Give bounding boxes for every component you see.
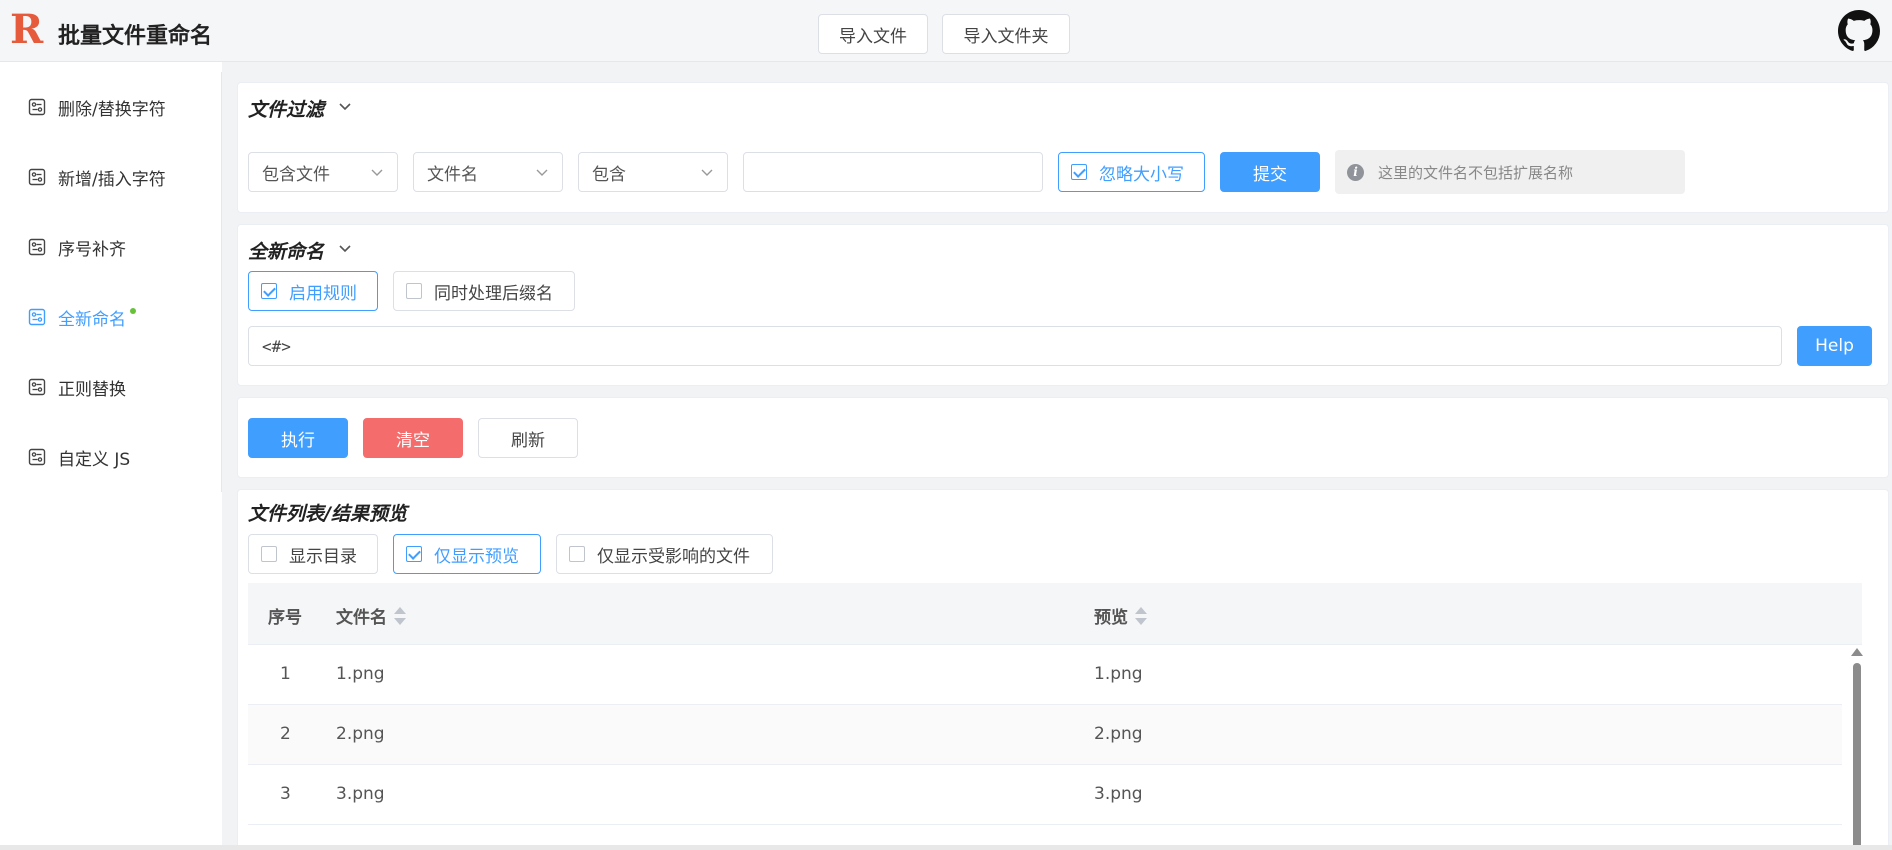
submit-button[interactable]: 提交 <box>1220 152 1320 192</box>
checkbox-box <box>261 283 277 299</box>
only-preview-checkbox[interactable]: 仅显示预览 <box>393 534 541 574</box>
rule-icon <box>28 308 46 326</box>
cell-preview: 2.png <box>1094 724 1143 744</box>
clear-button[interactable]: 清空 <box>363 418 463 458</box>
sidebar-item-number-pad[interactable]: 序号补齐 <box>28 232 126 262</box>
app-header: R 批量文件重命名 导入文件 导入文件夹 <box>0 0 1892 62</box>
column-label: 文件名 <box>336 608 387 628</box>
app-title: 批量文件重命名 <box>58 24 213 49</box>
filter-operator-select[interactable]: 包含 <box>578 152 728 192</box>
scroll-up-arrow-icon[interactable] <box>1851 648 1863 656</box>
sidebar-item-label: 全新命名 <box>58 305 136 330</box>
column-label: 预览 <box>1094 608 1128 628</box>
rule-icon <box>28 238 46 256</box>
table-row[interactable]: 1 1.png 1.png <box>248 645 1842 705</box>
enable-rule-checkbox[interactable]: 启用规则 <box>248 271 378 311</box>
checkbox-box <box>406 283 422 299</box>
refresh-button[interactable]: 刷新 <box>478 418 578 458</box>
column-index: 序号 <box>268 603 302 628</box>
files-title: 文件列表/结果预览 <box>248 503 407 525</box>
rule-icon <box>28 378 46 396</box>
window-bottom-edge <box>0 845 1892 850</box>
select-value: 包含 <box>592 164 626 185</box>
filter-tip: i 这里的文件名不包括扩展名称 <box>1335 150 1685 194</box>
checkbox-box <box>406 546 422 562</box>
checkbox-box <box>1071 164 1087 180</box>
chevron-down-icon[interactable] <box>332 235 358 261</box>
select-value: 包含文件 <box>262 164 330 185</box>
cell-index: 1 <box>280 664 291 684</box>
checkbox-box <box>569 546 585 562</box>
sidebar-item-label: 序号补齐 <box>58 239 126 260</box>
sidebar-item-regex[interactable]: 正则替换 <box>28 372 126 402</box>
checkbox-label: 启用规则 <box>289 283 357 304</box>
filter-field-select[interactable]: 文件名 <box>413 152 563 192</box>
rule-icon <box>28 168 46 186</box>
checkbox-label: 忽略大小写 <box>1099 164 1184 185</box>
ignore-case-checkbox[interactable]: 忽略大小写 <box>1058 152 1205 192</box>
import-file-button[interactable]: 导入文件 <box>818 14 928 54</box>
app-logo: R <box>10 6 44 53</box>
rename-pattern-input[interactable]: <#> <box>248 326 1782 366</box>
sidebar-item-delete-replace[interactable]: 删除/替换字符 <box>28 92 166 122</box>
cell-filename: 3.png <box>336 784 385 804</box>
table-row[interactable]: 3 3.png 3.png <box>248 765 1842 825</box>
cell-filename: 1.png <box>336 664 385 684</box>
actions-panel: 执行 清空 刷新 <box>237 397 1889 478</box>
checkbox-label: 同时处理后缀名 <box>434 283 553 304</box>
rule-icon <box>28 448 46 466</box>
cell-preview: 3.png <box>1094 784 1143 804</box>
process-extension-checkbox[interactable]: 同时处理后缀名 <box>393 271 575 311</box>
cell-preview: 1.png <box>1094 664 1143 684</box>
table-row[interactable]: 2 2.png 2.png <box>248 705 1842 765</box>
filter-panel: 文件过滤 包含文件 文件名 包含 忽略大小写 提交 i 这里的文件名不包括扩展名… <box>237 82 1889 213</box>
sidebar-divider <box>221 72 222 492</box>
github-icon[interactable] <box>1838 10 1880 52</box>
column-filename[interactable]: 文件名 <box>336 603 407 628</box>
filter-title: 文件过滤 <box>248 99 325 121</box>
sidebar-item-label: 新增/插入字符 <box>58 169 166 190</box>
checkbox-label: 显示目录 <box>289 546 357 567</box>
sort-icon[interactable] <box>393 605 407 627</box>
rename-panel: 全新命名 启用规则 同时处理后缀名 <#> Help <box>237 224 1889 386</box>
chevron-down-icon[interactable] <box>332 93 358 119</box>
filter-scope-select[interactable]: 包含文件 <box>248 152 398 192</box>
chevron-down-icon <box>371 169 383 176</box>
sidebar-item-label: 正则替换 <box>58 379 126 400</box>
rename-title: 全新命名 <box>248 241 325 263</box>
table-header: 序号 文件名 预览 <box>248 583 1862 645</box>
sort-icon[interactable] <box>1134 605 1148 627</box>
tip-text: 这里的文件名不包括扩展名称 <box>1378 163 1574 182</box>
active-dot <box>130 307 136 314</box>
column-preview[interactable]: 预览 <box>1094 603 1148 628</box>
execute-button[interactable]: 执行 <box>248 418 348 458</box>
files-panel: 文件列表/结果预览 显示目录 仅显示预览 仅显示受影响的文件 序号 文件名 预览… <box>237 489 1889 850</box>
checkbox-label: 仅显示受影响的文件 <box>597 546 750 567</box>
checkbox-box <box>261 546 277 562</box>
sidebar-item-label: 自定义 JS <box>58 449 131 470</box>
chevron-down-icon <box>536 169 548 176</box>
sidebar-item-new-name[interactable]: 全新命名 <box>28 302 136 332</box>
cell-filename: 2.png <box>336 724 385 744</box>
sidebar-item-add-insert[interactable]: 新增/插入字符 <box>28 162 166 192</box>
scrollbar-thumb[interactable] <box>1853 663 1861 850</box>
only-affected-checkbox[interactable]: 仅显示受影响的文件 <box>556 534 773 574</box>
help-button[interactable]: Help <box>1797 326 1872 366</box>
column-label: 序号 <box>268 608 302 628</box>
cell-index: 2 <box>280 724 291 744</box>
show-dirs-checkbox[interactable]: 显示目录 <box>248 534 378 574</box>
cell-index: 3 <box>280 784 291 804</box>
rule-icon <box>28 98 46 116</box>
sidebar-item-text: 全新命名 <box>58 309 126 330</box>
checkbox-label: 仅显示预览 <box>434 546 519 567</box>
filter-value-input[interactable] <box>743 152 1043 192</box>
import-folder-button[interactable]: 导入文件夹 <box>942 14 1070 54</box>
info-icon: i <box>1347 163 1364 181</box>
chevron-down-icon <box>701 169 713 176</box>
table-scrollbar[interactable] <box>1850 645 1864 850</box>
sidebar-item-custom-js[interactable]: 自定义 JS <box>28 442 130 472</box>
sidebar-item-label: 删除/替换字符 <box>58 99 166 120</box>
select-value: 文件名 <box>427 164 478 185</box>
